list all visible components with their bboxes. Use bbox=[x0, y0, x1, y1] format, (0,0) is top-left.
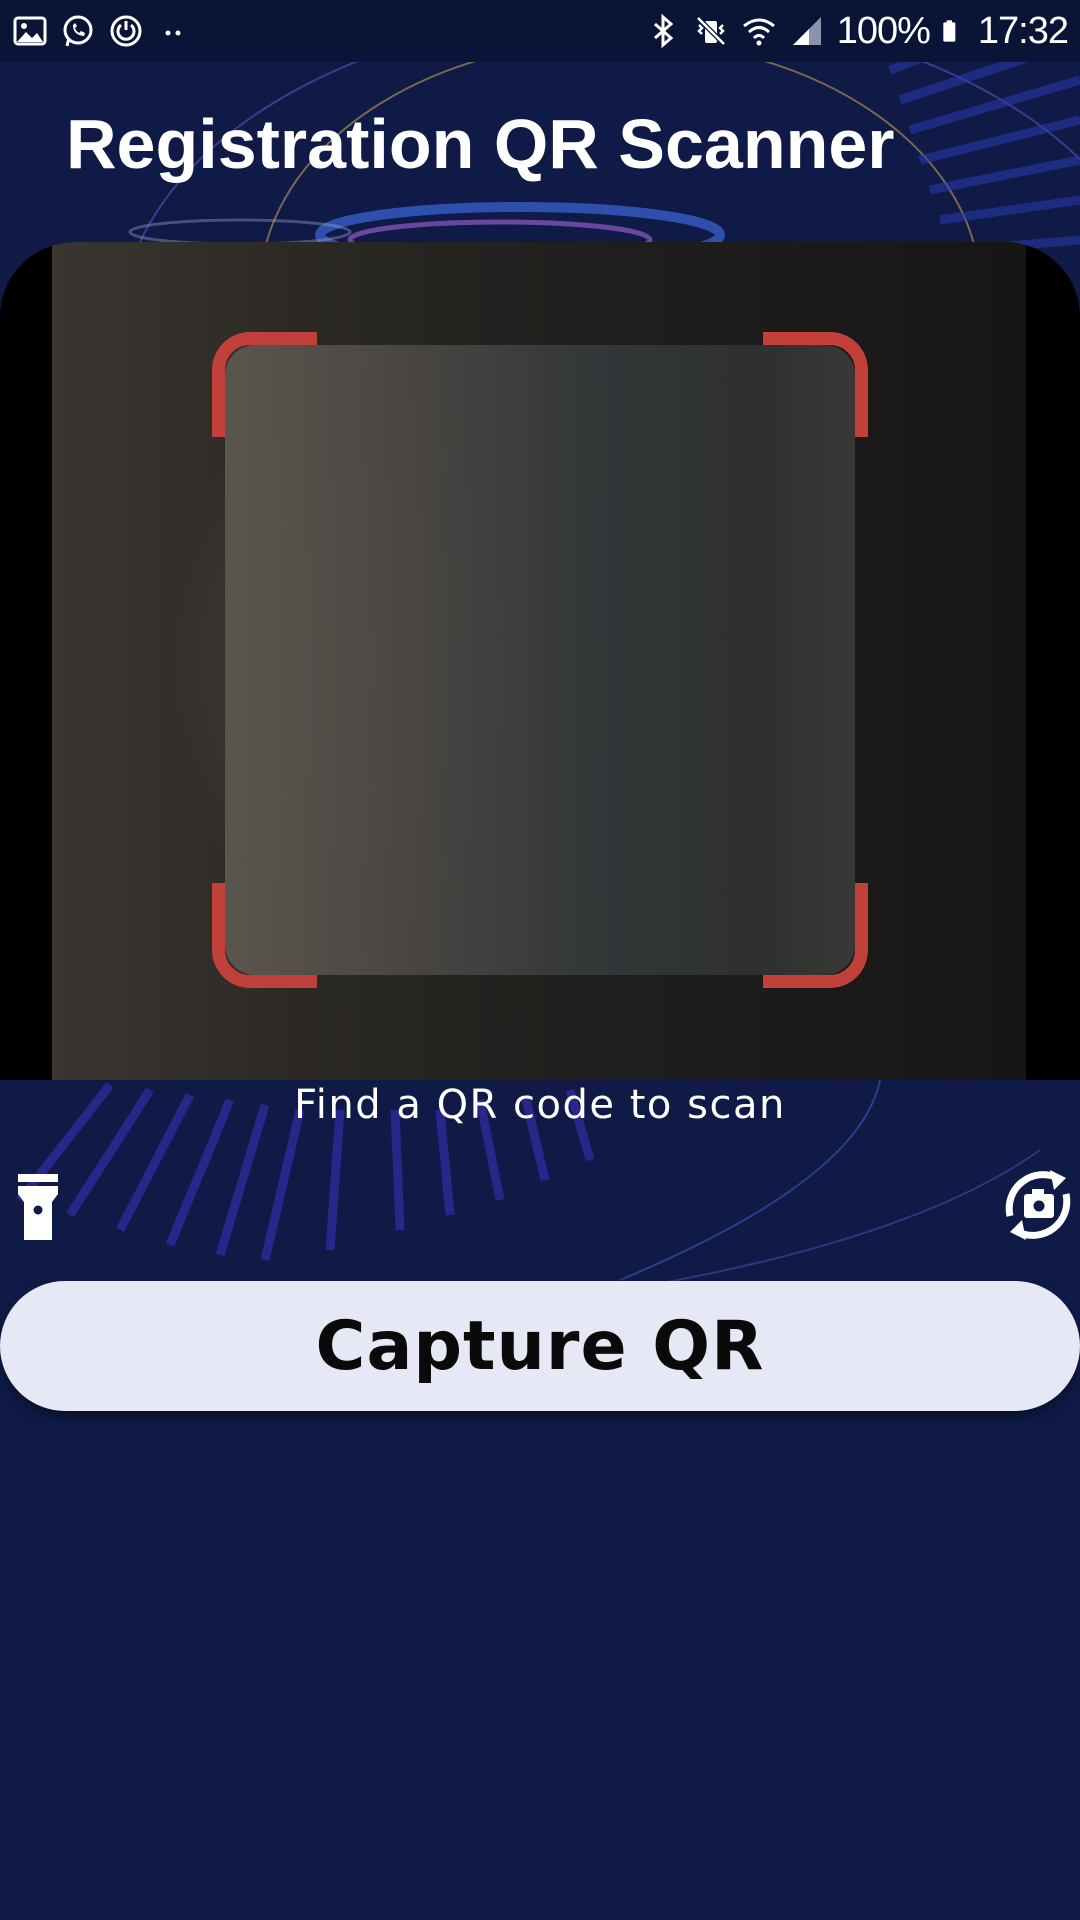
camera-frame bbox=[0, 242, 1080, 1080]
scan-hint: Find a QR code to scan bbox=[294, 1082, 786, 1128]
scan-area bbox=[225, 345, 855, 975]
more-notifications-icon bbox=[165, 30, 181, 36]
scan-corner-top-right bbox=[763, 332, 868, 437]
status-bar: 100% 17:32 bbox=[0, 0, 1080, 62]
scanner-screen: 100% 17:32 Registration QR Scanner Find … bbox=[0, 0, 1080, 1920]
flashlight-icon bbox=[18, 1174, 58, 1240]
scan-corner-bottom-right bbox=[763, 883, 868, 988]
switch-camera-icon bbox=[1005, 1170, 1071, 1240]
cellular-signal-icon bbox=[792, 17, 821, 45]
camera-preview[interactable] bbox=[52, 242, 1026, 1080]
status-notifications bbox=[12, 0, 192, 62]
power-sync-icon bbox=[110, 15, 142, 47]
status-indicators: 100% 17:32 bbox=[645, 0, 1069, 62]
whatsapp-icon bbox=[63, 15, 93, 47]
wifi-icon bbox=[742, 18, 775, 46]
gallery-icon bbox=[13, 16, 47, 46]
vibrate-mute-icon bbox=[695, 16, 726, 46]
battery-percentage: 100% bbox=[836, 9, 931, 52]
bluetooth-icon bbox=[653, 13, 673, 49]
clock: 17:32 bbox=[977, 9, 1069, 52]
flashlight-button[interactable] bbox=[12, 1166, 68, 1242]
capture-qr-button[interactable]: Capture QR bbox=[0, 1281, 1080, 1411]
battery-icon bbox=[943, 20, 956, 42]
scan-corner-bottom-left bbox=[212, 883, 317, 988]
switch-camera-button[interactable] bbox=[996, 1160, 1080, 1250]
scan-corner-top-left bbox=[212, 332, 317, 437]
page-title: Registration QR Scanner bbox=[66, 105, 895, 183]
